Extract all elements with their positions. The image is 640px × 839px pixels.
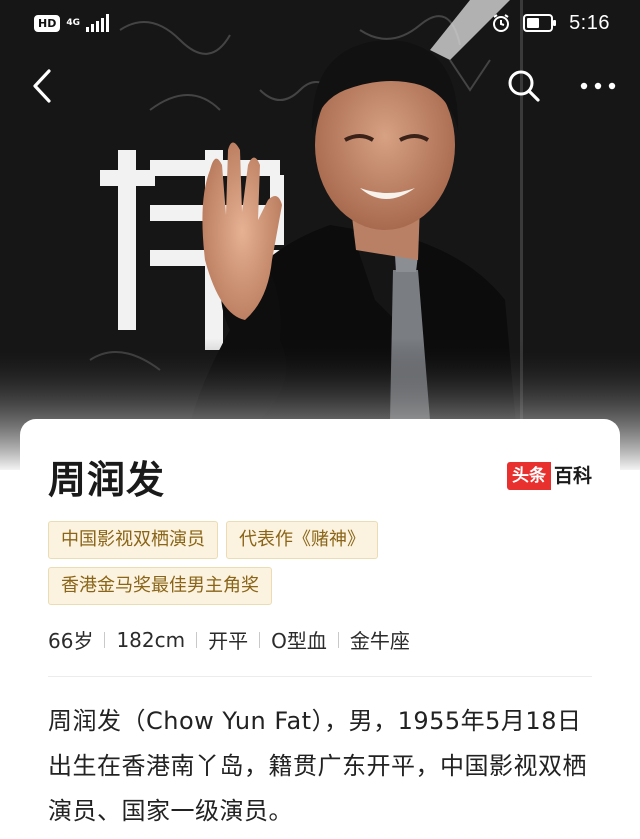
network-type: 4G xyxy=(66,17,80,28)
hero-photo[interactable]: HD 4G 5:16 xyxy=(0,0,640,470)
info-card: 周润发 头条 百科 中国影视双栖演员 代表作《赌神》 香港金马奖最佳男主角奖 6… xyxy=(20,419,620,839)
status-bar: HD 4G 5:16 xyxy=(0,0,640,46)
fact-height: 182cm xyxy=(116,627,186,652)
search-icon xyxy=(508,70,540,102)
status-bar-left: HD 4G xyxy=(34,14,112,32)
quick-facts: 66岁 182cm 开平 O型血 金牛座 xyxy=(48,625,592,654)
chevron-left-icon xyxy=(33,69,51,103)
fact-divider xyxy=(196,631,198,648)
more-dots-icon xyxy=(580,82,616,90)
toutiao-baike-logo[interactable]: 头条 百科 xyxy=(506,461,592,491)
fact-divider xyxy=(337,631,339,648)
fact-zodiac: 金牛座 xyxy=(349,629,410,653)
logo-part-a: 头条 xyxy=(506,462,551,490)
card-header: 周润发 头条 百科 xyxy=(48,449,592,503)
status-time: 5:16 xyxy=(569,11,610,34)
signal-icon xyxy=(86,14,109,32)
nav-bar xyxy=(0,58,640,114)
fact-divider xyxy=(259,631,261,648)
logo-part-b: 百科 xyxy=(553,465,592,487)
tag-profession[interactable]: 中国影视双栖演员 xyxy=(48,521,218,559)
tag-representative-work[interactable]: 代表作《赌神》 xyxy=(226,521,378,559)
fact-hometown: 开平 xyxy=(208,629,249,653)
fact-divider xyxy=(104,631,106,648)
more-button[interactable] xyxy=(576,64,620,108)
tag-list: 中国影视双栖演员 代表作《赌神》 香港金马奖最佳男主角奖 xyxy=(48,521,508,605)
intro-paragraph[interactable]: 周润发（Chow Yun Fat），男，1955年5月18日出生在香港南丫岛，籍… xyxy=(48,699,592,834)
alarm-icon xyxy=(493,14,510,32)
nav-actions xyxy=(502,64,620,108)
fact-blood-type: O型血 xyxy=(271,629,327,653)
section-divider xyxy=(48,676,592,677)
battery-icon xyxy=(523,14,557,32)
hd-badge: HD xyxy=(34,14,61,32)
fact-age: 66岁 xyxy=(48,629,94,653)
person-name: 周润发 xyxy=(48,457,166,502)
tag-award[interactable]: 香港金马奖最佳男主角奖 xyxy=(48,567,272,605)
search-button[interactable] xyxy=(502,64,546,108)
back-button[interactable] xyxy=(20,64,64,108)
status-bar-right: 5:16 xyxy=(491,12,610,35)
